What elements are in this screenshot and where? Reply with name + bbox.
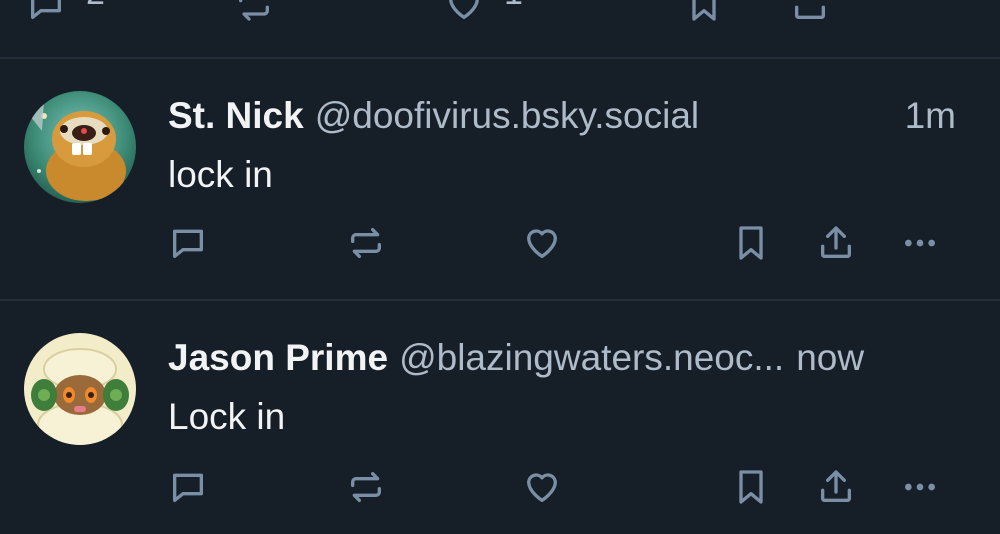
share-button[interactable] [812,219,860,267]
like-icon [449,0,479,19]
reply-button[interactable] [22,0,70,28]
avatar[interactable] [24,333,136,445]
feed-post[interactable]: Jason Prime @blazingwaters.neoc... now L… [0,301,1000,534]
share-icon [821,470,851,502]
more-options-button[interactable] [896,463,944,511]
bookmark-icon [692,0,716,21]
handle[interactable]: @doofivirus.bsky.social [315,95,699,137]
timestamp[interactable]: 1m [895,95,956,137]
reply-icon [173,473,203,502]
repost-button[interactable] [342,219,390,267]
repost-icon [239,0,269,21]
avatar[interactable] [24,91,136,203]
reply-button[interactable] [164,463,212,511]
like-button[interactable] [518,463,566,511]
bookmark-button[interactable] [680,0,728,28]
share-icon [821,226,851,258]
reply-icon [31,0,61,19]
more-icon [905,239,935,247]
display-name[interactable]: St. Nick [168,95,304,137]
like-count: 1 [504,0,523,13]
display-name[interactable]: Jason Prime [168,337,388,379]
bookmark-icon [739,470,763,504]
post-text: lock in [168,154,273,195]
bookmark-button[interactable] [727,463,775,511]
more-icon [905,483,935,491]
post-text: Lock in [168,396,286,437]
reply-icon [173,229,203,258]
share-button[interactable] [812,463,860,511]
repost-icon [351,228,381,258]
whimsicott-avatar [24,333,136,445]
post-header: Jason Prime @blazingwaters.neoc... now [168,337,956,381]
bidoof-avatar [24,91,136,203]
timestamp[interactable]: now [796,337,864,379]
share-button[interactable] [786,0,834,28]
repost-button[interactable] [230,0,278,28]
bookmark-icon [739,226,763,260]
like-button[interactable] [440,0,488,28]
repost-icon [351,472,381,502]
handle[interactable]: @blazingwaters.neoc... [399,337,784,379]
more-options-button[interactable] [896,219,944,267]
reply-button[interactable] [164,219,212,267]
bookmark-button[interactable] [727,219,775,267]
like-icon [527,229,557,258]
repost-button[interactable] [342,463,390,511]
share-icon [795,5,825,19]
feed-post[interactable]: St. Nick @doofivirus.bsky.social 1m lock… [0,59,1000,299]
post-header: St. Nick @doofivirus.bsky.social 1m [168,95,956,139]
reply-count: 2 [86,0,105,13]
like-button[interactable] [518,219,566,267]
like-icon [527,473,557,502]
